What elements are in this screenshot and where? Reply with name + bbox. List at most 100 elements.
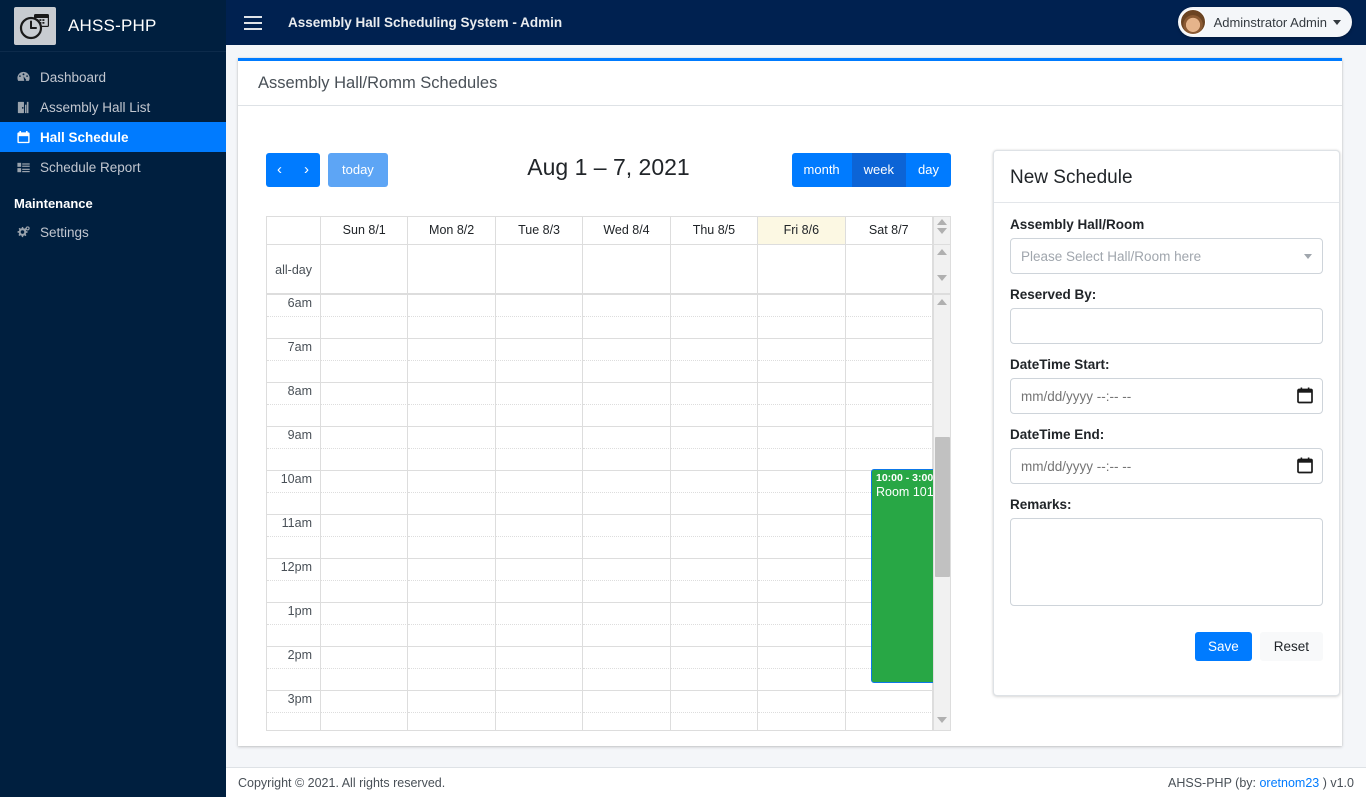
time-slot-cell[interactable] bbox=[758, 295, 846, 317]
time-slot-cell[interactable] bbox=[408, 471, 496, 493]
time-grid-scrollbar[interactable] bbox=[933, 295, 950, 730]
time-slot-cell[interactable] bbox=[495, 669, 584, 691]
time-slot-cell[interactable] bbox=[408, 317, 496, 339]
time-slot-cell[interactable] bbox=[495, 515, 584, 537]
time-slot-cell[interactable] bbox=[495, 471, 584, 493]
day-header[interactable]: Sun 8/1 bbox=[321, 217, 409, 244]
sidebar-item-dashboard[interactable]: Dashboard bbox=[0, 62, 226, 92]
time-slot-cell[interactable] bbox=[670, 295, 759, 317]
time-slot-cell[interactable] bbox=[670, 339, 759, 361]
day-header[interactable]: Sat 8/7 bbox=[846, 217, 933, 244]
remarks-textarea[interactable] bbox=[1010, 518, 1323, 606]
time-slot-cell[interactable] bbox=[758, 691, 846, 713]
scrollbar-thumb[interactable] bbox=[935, 437, 950, 577]
time-slot-cell[interactable] bbox=[495, 361, 584, 383]
sidebar-item-assembly-hall-list[interactable]: Assembly Hall List bbox=[0, 92, 226, 122]
time-slot-cell[interactable] bbox=[758, 713, 846, 730]
sidebar-item-schedule-report[interactable]: Schedule Report bbox=[0, 152, 226, 182]
time-slot-cell[interactable] bbox=[670, 493, 759, 515]
time-slot-cell[interactable] bbox=[408, 295, 496, 317]
save-button[interactable]: Save bbox=[1194, 632, 1252, 661]
header-scrollbar-stub[interactable] bbox=[932, 217, 950, 244]
day-header-today[interactable]: Fri 8/6 bbox=[758, 217, 846, 244]
time-slot-cell[interactable] bbox=[321, 537, 409, 559]
time-slot-cell[interactable] bbox=[321, 515, 409, 537]
time-slot-cell[interactable] bbox=[408, 559, 496, 581]
time-slot-cell[interactable] bbox=[321, 625, 409, 647]
time-slot-cell[interactable] bbox=[583, 449, 671, 471]
time-slot-cell[interactable] bbox=[583, 427, 671, 449]
time-slot-cell[interactable] bbox=[495, 559, 584, 581]
time-slot-cell[interactable] bbox=[408, 449, 496, 471]
time-slot-cell[interactable] bbox=[583, 537, 671, 559]
author-link[interactable]: oretnom23 bbox=[1259, 776, 1319, 790]
time-slot-cell[interactable] bbox=[321, 581, 409, 603]
time-slot-cell[interactable] bbox=[408, 339, 496, 361]
time-slot-cell[interactable] bbox=[758, 427, 846, 449]
time-slot-cell[interactable] bbox=[408, 625, 496, 647]
time-slot-cell[interactable] bbox=[495, 625, 584, 647]
day-header[interactable]: Mon 8/2 bbox=[408, 217, 496, 244]
time-slot-cell[interactable] bbox=[670, 471, 759, 493]
reserved-by-input[interactable] bbox=[1010, 308, 1323, 344]
all-day-cell[interactable] bbox=[321, 245, 409, 293]
time-slot-cell[interactable] bbox=[495, 603, 584, 625]
sidebar-item-settings[interactable]: Settings bbox=[0, 217, 226, 247]
time-slot-cell[interactable] bbox=[321, 295, 409, 317]
all-day-cell[interactable] bbox=[583, 245, 671, 293]
allday-scrollbar-stub[interactable] bbox=[932, 245, 950, 293]
time-slot-cell[interactable] bbox=[758, 317, 846, 339]
time-slot-cell[interactable] bbox=[845, 427, 933, 449]
time-slot-cell[interactable] bbox=[321, 361, 409, 383]
time-slot-cell[interactable] bbox=[845, 691, 933, 713]
time-slot-cell[interactable] bbox=[321, 405, 409, 427]
time-slot-cell[interactable] bbox=[758, 471, 846, 493]
time-slot-cell[interactable] bbox=[758, 581, 846, 603]
time-slot-cell[interactable] bbox=[583, 515, 671, 537]
day-header[interactable]: Thu 8/5 bbox=[671, 217, 759, 244]
time-slot-cell[interactable] bbox=[758, 603, 846, 625]
time-slot-cell[interactable] bbox=[583, 603, 671, 625]
time-slot-cell[interactable] bbox=[496, 713, 584, 730]
time-slot-cell[interactable] bbox=[758, 625, 846, 647]
time-slot-cell[interactable] bbox=[670, 581, 759, 603]
time-slot-cell[interactable] bbox=[408, 405, 496, 427]
today-button[interactable]: today bbox=[328, 153, 388, 187]
time-slot-cell[interactable] bbox=[408, 383, 496, 405]
time-slot-cell[interactable] bbox=[408, 537, 496, 559]
time-slot-cell[interactable] bbox=[845, 383, 933, 405]
time-slot-cell[interactable] bbox=[583, 339, 671, 361]
time-slot-cell[interactable] bbox=[321, 647, 409, 669]
time-slot-cell[interactable] bbox=[846, 713, 933, 730]
time-slot-cell[interactable] bbox=[758, 449, 846, 471]
time-slot-cell[interactable] bbox=[758, 647, 846, 669]
time-slot-cell[interactable] bbox=[321, 339, 409, 361]
time-slot-cell[interactable] bbox=[670, 669, 759, 691]
time-slot-cell[interactable] bbox=[495, 317, 584, 339]
prev-period-button[interactable]: ‹ bbox=[266, 153, 293, 187]
time-slot-cell[interactable] bbox=[758, 361, 846, 383]
time-slot-cell[interactable] bbox=[670, 691, 759, 713]
time-slot-cell[interactable] bbox=[321, 559, 409, 581]
time-slot-cell[interactable] bbox=[671, 713, 759, 730]
time-slot-cell[interactable] bbox=[583, 691, 671, 713]
time-slot-cell[interactable] bbox=[495, 537, 584, 559]
day-header[interactable]: Wed 8/4 bbox=[583, 217, 671, 244]
time-slot-cell[interactable] bbox=[758, 559, 846, 581]
time-slot-cell[interactable] bbox=[321, 669, 409, 691]
time-slot-cell[interactable] bbox=[670, 361, 759, 383]
time-slot-cell[interactable] bbox=[670, 559, 759, 581]
time-slot-cell[interactable] bbox=[495, 383, 584, 405]
datetime-start-input[interactable] bbox=[1010, 378, 1323, 414]
time-slot-cell[interactable] bbox=[408, 581, 496, 603]
time-slot-cell[interactable] bbox=[845, 449, 933, 471]
time-slot-cell[interactable] bbox=[408, 603, 496, 625]
time-slot-cell[interactable] bbox=[495, 493, 584, 515]
time-slot-cell[interactable] bbox=[758, 493, 846, 515]
time-slot-cell[interactable] bbox=[583, 383, 671, 405]
time-slot-cell[interactable] bbox=[495, 427, 584, 449]
time-slot-cell[interactable] bbox=[670, 427, 759, 449]
time-slot-cell[interactable] bbox=[321, 471, 409, 493]
time-slot-cell[interactable] bbox=[321, 427, 409, 449]
time-slot-cell[interactable] bbox=[583, 713, 671, 730]
